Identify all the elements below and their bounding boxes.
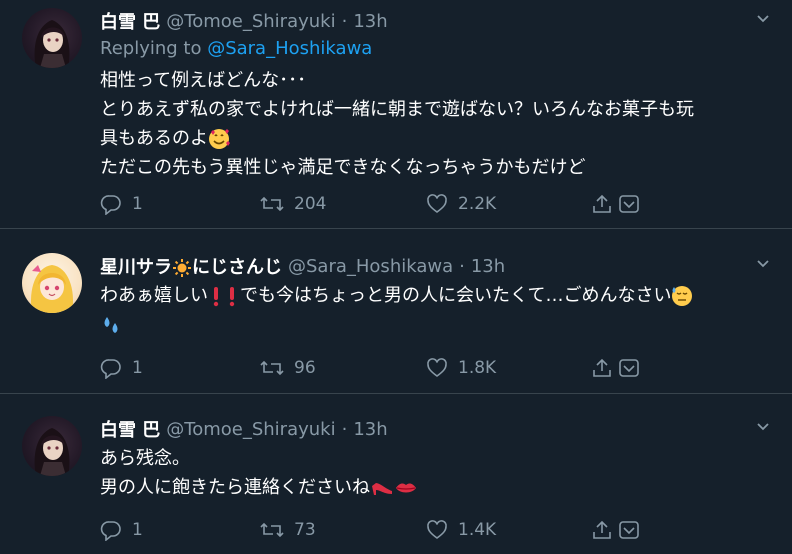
reply-button[interactable]: 1 (100, 357, 143, 379)
user-handle[interactable]: @Tomoe_Shirayuki (166, 419, 335, 440)
like-count: 2.2K (458, 194, 497, 214)
retweet-button[interactable]: 73 (260, 519, 316, 541)
separator-dot: · (459, 255, 465, 277)
avatar[interactable] (22, 416, 82, 476)
separator-dot: · (341, 10, 348, 32)
user-handle[interactable]: @Sara_Hoshikawa (288, 256, 453, 277)
share-icon (593, 520, 611, 539)
share-icon (593, 194, 611, 213)
tweet-line-text: わあぁ嬉しい (100, 285, 208, 306)
tweet-line: あら残念。 (100, 448, 190, 469)
tweet-line-text: 具もあるのよ (100, 128, 208, 149)
tweet-line-with-emoji: 男の人に飽きたら連絡くださいね (100, 473, 760, 502)
tweet-actions: 1 96 1.8K (100, 357, 660, 381)
exclamation-emoji-icon (229, 287, 235, 307)
tweet-1[interactable]: 白雪 巴 @Tomoe_Shirayuki · 13h Replying to … (0, 0, 792, 228)
sweat-droplets-emoji-icon (104, 317, 118, 333)
tweet-2[interactable]: 星川サラ にじさんじ @Sara_Hoshikawa · 13h わあぁ嬉しい でも… (0, 229, 792, 393)
avatar[interactable] (22, 8, 82, 68)
retweet-count: 96 (294, 358, 316, 378)
bookmark-button[interactable] (618, 193, 640, 215)
tweet-actions: 1 73 1.4K (100, 519, 660, 543)
tweet-line-with-emoji: わあぁ嬉しい でも今はちょっと男の人に会いたくて…ごめんなさい (100, 281, 760, 310)
display-name-part: にじさんじ (192, 257, 282, 278)
avatar[interactable] (22, 253, 82, 313)
reply-icon (100, 359, 121, 379)
reply-button[interactable]: 1 (100, 519, 143, 541)
share-button[interactable] (591, 193, 613, 215)
like-count: 1.8K (458, 358, 497, 378)
share-button[interactable] (591, 357, 613, 379)
tweet-text: わあぁ嬉しい でも今はちょっと男の人に会いたくて…ごめんなさい (100, 281, 760, 339)
bookmark-icon (619, 359, 639, 377)
like-button[interactable]: 2.2K (426, 193, 496, 215)
timestamp[interactable]: 13h (353, 11, 387, 32)
bookmark-icon (619, 521, 639, 539)
tweet-line-text: 男の人に飽きたら連絡くださいね (100, 477, 370, 498)
display-name[interactable]: 白雪 巴 (100, 416, 160, 442)
like-count: 1.4K (458, 520, 497, 540)
tweet-line-with-emoji (100, 310, 760, 339)
replying-handle-link[interactable]: @Sara_Hoshikawa (207, 38, 372, 59)
retweet-icon (260, 196, 284, 212)
more-caret-icon[interactable] (756, 12, 770, 26)
more-caret-icon[interactable] (756, 257, 770, 271)
exclamation-emoji-icon (213, 287, 219, 307)
retweet-count: 204 (294, 194, 327, 214)
like-icon (427, 358, 447, 377)
retweet-button[interactable]: 96 (260, 357, 316, 379)
share-icon (593, 358, 611, 377)
tweet-line: ただこの先もう異性じゃ満足できなくなっちゃうかもだけど (100, 157, 586, 178)
tweet-text: あら残念。 男の人に飽きたら連絡くださいね (100, 444, 760, 502)
smiling-hearts-emoji-icon (209, 129, 230, 149)
high-heel-emoji-icon (372, 483, 392, 495)
timestamp[interactable]: 13h (471, 256, 505, 277)
display-name[interactable]: 白雪 巴 (100, 8, 160, 34)
bookmark-icon (619, 195, 639, 213)
reply-button[interactable]: 1 (100, 193, 143, 215)
retweet-icon (260, 360, 284, 376)
tweet-3[interactable]: 白雪 巴 @Tomoe_Shirayuki · 13h あら残念。 男の人に飽き… (0, 394, 792, 554)
reply-icon (100, 195, 121, 215)
reply-count: 1 (132, 194, 143, 214)
tweet-actions: 1 204 2.2K (100, 193, 660, 217)
separator-dot: · (341, 418, 348, 440)
display-name[interactable]: 星川サラ にじさんじ (100, 253, 282, 279)
tweet-header: 白雪 巴 @Tomoe_Shirayuki · 13h (100, 416, 388, 442)
tweet-line: 相性って例えばどんな･･･ (100, 70, 307, 91)
like-button[interactable]: 1.8K (426, 357, 496, 379)
more-caret-icon[interactable] (756, 420, 770, 434)
bookmark-button[interactable] (618, 519, 640, 541)
like-button[interactable]: 1.4K (426, 519, 496, 541)
display-name-part: 星川サラ (100, 257, 172, 278)
bookmark-button[interactable] (618, 357, 640, 379)
tweet-header: 白雪 巴 @Tomoe_Shirayuki · 13h (100, 8, 388, 34)
timestamp[interactable]: 13h (353, 419, 387, 440)
retweet-button[interactable]: 204 (260, 193, 326, 215)
retweet-icon (260, 522, 284, 538)
sweat-face-emoji-icon (672, 286, 693, 306)
user-handle[interactable]: @Tomoe_Shirayuki (166, 11, 335, 32)
retweet-count: 73 (294, 520, 316, 540)
replying-to: Replying to @Sara_Hoshikawa (100, 38, 372, 59)
tweet-line-text: でも今はちょっと男の人に会いたくて…ごめんなさい (240, 285, 672, 306)
like-icon (427, 520, 447, 539)
like-icon (427, 194, 447, 213)
reply-icon (100, 521, 121, 541)
reply-count: 1 (132, 358, 143, 378)
tweet-header: 星川サラ にじさんじ @Sara_Hoshikawa · 13h (100, 253, 505, 279)
tweet-line: とりあえず私の家でよければ一緒に朝まで遊ばない？いろんなお菓子も玩 (100, 99, 694, 120)
tweet-line-with-emoji: 具もあるのよ (100, 124, 760, 153)
tweet-text: 相性って例えばどんな･･･ とりあえず私の家でよければ一緒に朝まで遊ばない？いろ… (100, 66, 760, 182)
kiss-lips-emoji-icon (396, 483, 416, 493)
reply-count: 1 (132, 520, 143, 540)
replying-prefix: Replying to (100, 38, 208, 59)
sun-emoji-icon (173, 259, 191, 277)
share-button[interactable] (591, 519, 613, 541)
